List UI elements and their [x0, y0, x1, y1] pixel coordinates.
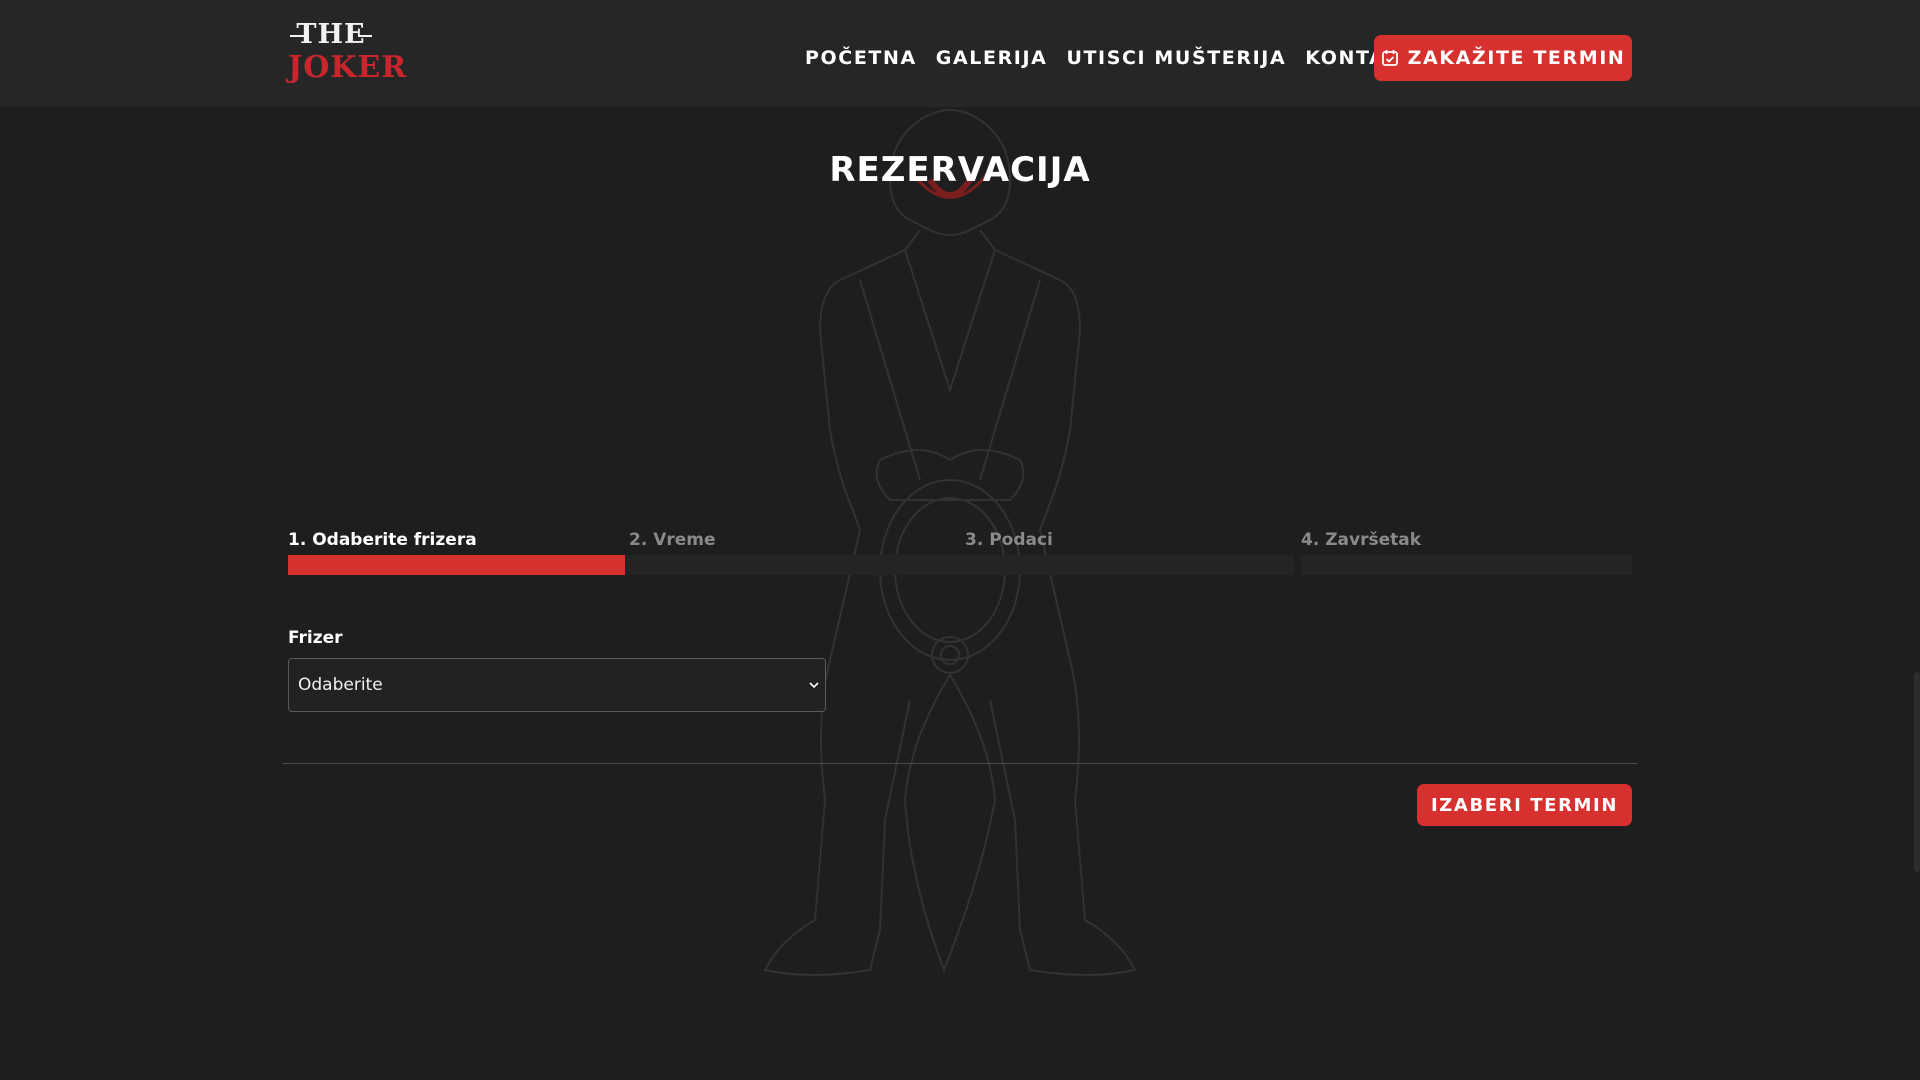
- step-progress-bar: [625, 555, 961, 575]
- book-appointment-button[interactable]: ZAKAŽITE TERMIN: [1374, 35, 1632, 81]
- step-progress-bar: [1301, 555, 1632, 575]
- step-progress-bar: [961, 555, 1294, 575]
- step-label: 1. Odaberite frizera: [288, 530, 477, 550]
- booking-steps: 1. Odaberite frizera 2. Vreme 3. Podaci …: [288, 525, 1632, 575]
- nav-links: POČETNA GALERIJA UTISCI MUŠTERIJA KONTAK…: [805, 38, 1435, 78]
- page-title: REZERVACIJA: [829, 150, 1091, 190]
- step-label: 2. Vreme: [629, 530, 716, 550]
- navbar: THE JOKER POČETNA GALERIJA UTISCI MUŠTER…: [0, 0, 1920, 107]
- barber-select-value: Odaberite: [298, 675, 383, 695]
- step-label: 4. Završetak: [1301, 530, 1422, 550]
- choose-time-button[interactable]: IZABERI TERMIN: [1417, 784, 1632, 826]
- step-choose-barber: 1. Odaberite frizera: [288, 525, 625, 575]
- nav-link-pocetna[interactable]: POČETNA: [805, 38, 917, 78]
- step-time: 2. Vreme: [625, 525, 961, 575]
- step-finish: 4. Završetak: [1297, 525, 1632, 575]
- nav-link-utisci[interactable]: UTISCI MUŠTERIJA: [1066, 38, 1286, 78]
- barber-select[interactable]: Odaberite: [288, 658, 826, 712]
- scrollbar-track[interactable]: [1914, 107, 1920, 1080]
- divider: [283, 763, 1637, 764]
- page: THE JOKER POČETNA GALERIJA UTISCI MUŠTER…: [0, 0, 1920, 1080]
- chevron-down-icon: [809, 682, 819, 689]
- logo[interactable]: THE JOKER: [288, 20, 408, 86]
- step-details: 3. Podaci: [961, 525, 1297, 575]
- logo-line1: THE: [288, 20, 374, 50]
- logo-line2: JOKER: [288, 50, 408, 85]
- barber-label: Frizer: [288, 628, 343, 648]
- nav-link-galerija[interactable]: GALERIJA: [936, 38, 1048, 78]
- step-progress-bar: [288, 555, 625, 575]
- step-label: 3. Podaci: [965, 530, 1053, 550]
- calendar-check-icon: [1381, 50, 1398, 66]
- scrollbar-thumb[interactable]: [1914, 672, 1920, 872]
- book-appointment-label: ZAKAŽITE TERMIN: [1407, 47, 1626, 69]
